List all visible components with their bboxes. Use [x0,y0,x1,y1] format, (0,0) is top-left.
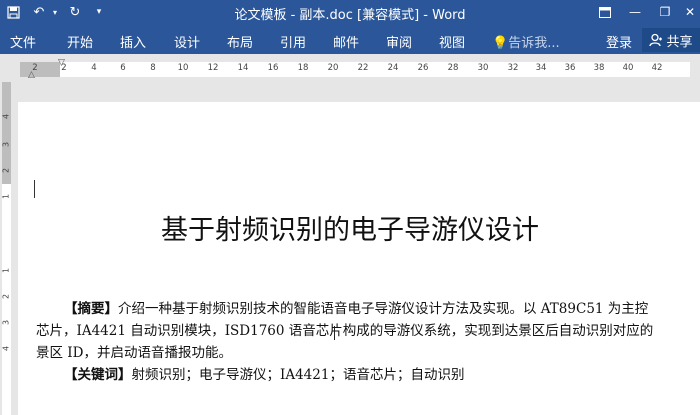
ruler-tick: 1 [1,193,11,200]
ruler-tick: 3 [1,141,11,148]
text-boundary-marker [34,180,35,198]
minimize-icon[interactable]: — [620,0,650,24]
abstract-line-2[interactable]: 芯片，IA4421 自动识别模块，ISD1760 语音芯片构成的导游仪系统，实现… [36,319,653,339]
ruler-tick: 26 [417,63,429,73]
document-title[interactable]: 基于射频识别的电子导游仪设计 [0,208,700,247]
ruler-tick: 14 [237,63,249,73]
ruler-tick: 10 [177,63,189,73]
tell-me-search[interactable]: 💡告诉我... [492,32,560,51]
keywords-label: 【关键词】 [64,367,132,383]
ruler-left-margin [20,62,60,77]
ruler-tick: 12 [207,63,219,73]
tab-home[interactable]: 开始 [67,32,93,51]
tab-insert[interactable]: 插入 [120,32,146,51]
abstract-line-3[interactable]: 景区 ID，并启动语音播报功能。 [36,341,232,361]
sign-in-link[interactable]: 登录 [606,32,632,51]
title-bar: ↶ ▾ ↻ ▾ 论文模板 - 副本.doc [兼容模式] - Word — ❐ … [0,0,700,24]
tab-mailings[interactable]: 邮件 [333,32,359,51]
ruler-tick: 4 [1,345,11,352]
ruler-tick: 30 [477,63,489,73]
ruler-tick: 32 [507,63,519,73]
ruler-tick: 4 [91,63,97,73]
ruler-tick: 22 [357,63,369,73]
vertical-ruler[interactable]: 4 3 2 1 1 2 3 4 [0,82,12,415]
tab-layout[interactable]: 布局 [227,32,253,51]
ruler-tick: 2 [32,63,38,73]
ruler-tick: 1 [1,267,11,274]
ruler-tick: 2 [1,167,11,174]
ruler-tick: 2 [61,63,67,73]
ribbon-tabs: 文件 开始 插入 设计 布局 引用 邮件 审阅 视图 💡告诉我... 登录 共享 [0,24,700,54]
ruler-tick: 2 [1,293,11,300]
tab-design[interactable]: 设计 [174,32,200,51]
person-icon [649,33,663,47]
tab-references[interactable]: 引用 [280,32,306,51]
ruler-tick: 4 [1,113,11,120]
ruler-tick: 36 [564,63,576,73]
share-button[interactable]: 共享 [642,28,700,52]
ruler-tick: 6 [120,63,126,73]
ruler-tick: 3 [1,319,11,326]
ruler-tick: 20 [327,63,339,73]
ruler-tick: 42 [651,63,663,73]
ruler-tick: 18 [297,63,309,73]
tab-file[interactable]: 文件 [10,32,36,51]
keywords-line[interactable]: 【关键词】射频识别；电子导游仪；IA4421；语音芯片；自动识别 [64,363,464,383]
ruler-tick: 40 [622,63,634,73]
close-icon[interactable]: ✕ [675,0,700,24]
ruler-tick: 28 [447,63,459,73]
horizontal-ruler[interactable]: ▽ △ 2 2 4 6 8 10 12 14 16 18 20 22 24 26… [0,58,700,82]
abstract-label: 【摘要】 [64,301,118,317]
ruler-tick: 16 [267,63,279,73]
ribbon-display-options-icon[interactable] [590,0,620,24]
ruler-tick: 38 [593,63,605,73]
abstract-line-1[interactable]: 【摘要】介绍一种基于射频识别技术的智能语音电子导游仪设计方法及实现。以 AT89… [64,297,648,317]
ruler-tick: 24 [387,63,399,73]
text-cursor-icon [334,326,341,340]
tab-review[interactable]: 审阅 [386,32,412,51]
ruler-tick: 8 [150,63,156,73]
ruler-tick: 34 [535,63,547,73]
lightbulb-icon: 💡 [492,36,509,51]
tab-view[interactable]: 视图 [439,32,465,51]
